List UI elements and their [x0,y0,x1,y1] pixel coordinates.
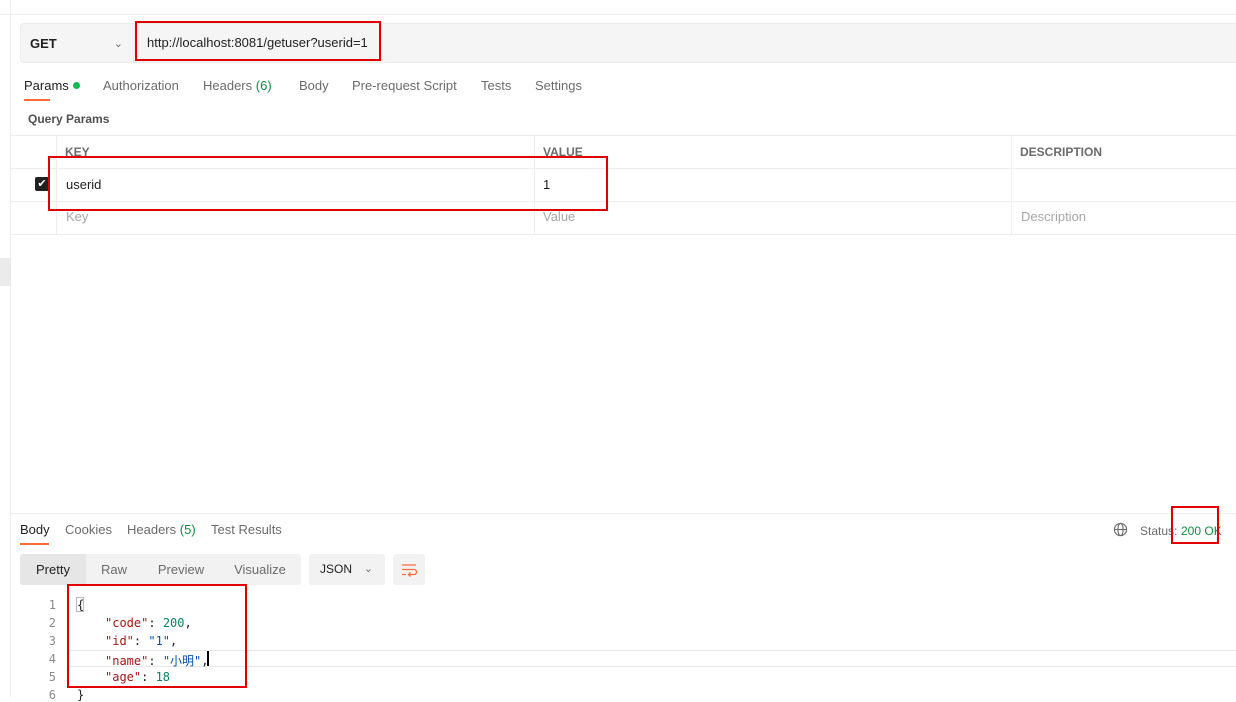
table-bottom-border [11,234,1236,235]
annotation-box-status [1171,506,1219,544]
tab-headers[interactable]: Headers (6) [203,78,272,93]
chevron-down-icon: ⌄ [363,563,373,575]
format-select[interactable]: JSON ⌄ [309,554,385,585]
preview-button[interactable]: Preview [146,554,216,585]
response-tab-headers-count: (5) [179,522,196,537]
tab-settings[interactable]: Settings [535,78,582,93]
format-select-value: JSON [320,562,353,576]
new-description-input[interactable]: Description [1021,209,1086,224]
tab-headers-count: (6) [255,78,272,93]
param-description-cell[interactable] [1020,177,1220,195]
tab-params-label: Params [24,78,69,93]
line-number: 3 [48,634,56,648]
line-number: 2 [48,616,56,630]
wrap-lines-icon[interactable] [393,554,425,585]
table-top-border [11,135,1236,136]
tab-params[interactable]: Params [24,78,80,93]
json-brace: } [77,688,85,702]
response-tab-body[interactable]: Body [20,522,50,537]
tab-authorization[interactable]: Authorization [103,78,179,93]
body-tab-underline [20,543,49,545]
raw-button[interactable]: Raw [86,554,142,585]
annotation-box-response [67,584,247,688]
code-line[interactable]: } [77,688,84,702]
chevron-down-icon: ⌄ [113,37,123,50]
line-number: 1 [48,598,56,612]
param-enabled-checkbox[interactable]: ✔ [35,177,49,191]
tab-body[interactable]: Body [299,78,329,93]
query-params-label: Query Params [28,112,110,126]
response-tab-test-results[interactable]: Test Results [211,522,282,537]
tab-headers-label: Headers [203,78,253,93]
response-tab-cookies[interactable]: Cookies [65,522,112,537]
response-tab-headers[interactable]: Headers (5) [127,522,196,537]
table-col-divider [1011,135,1012,235]
left-panel-handle[interactable] [0,258,11,286]
line-number: 4 [48,652,56,666]
method-divider [133,23,134,63]
tab-strip-divider [0,14,1236,15]
method-select[interactable]: GET ⌄ [20,23,133,63]
params-active-dot [72,82,80,90]
response-tab-headers-label: Headers [127,522,177,537]
params-tab-underline [24,99,50,101]
column-header-description: DESCRIPTION [1020,145,1103,159]
visualize-button[interactable]: Visualize [222,554,298,585]
globe-icon[interactable] [1113,522,1128,537]
new-key-input[interactable]: Key [66,209,88,224]
tab-tests[interactable]: Tests [481,78,511,93]
annotation-box-url [135,21,381,61]
line-number: 5 [48,670,56,684]
new-value-input[interactable]: Value [543,209,575,224]
method-label: GET [30,35,57,51]
tab-pre-request-script[interactable]: Pre-request Script [352,78,457,93]
response-divider[interactable] [11,513,1236,514]
line-number: 6 [48,688,56,702]
pretty-button[interactable]: Pretty [20,554,86,585]
left-panel-edge [0,0,11,697]
annotation-box-param [48,156,608,211]
